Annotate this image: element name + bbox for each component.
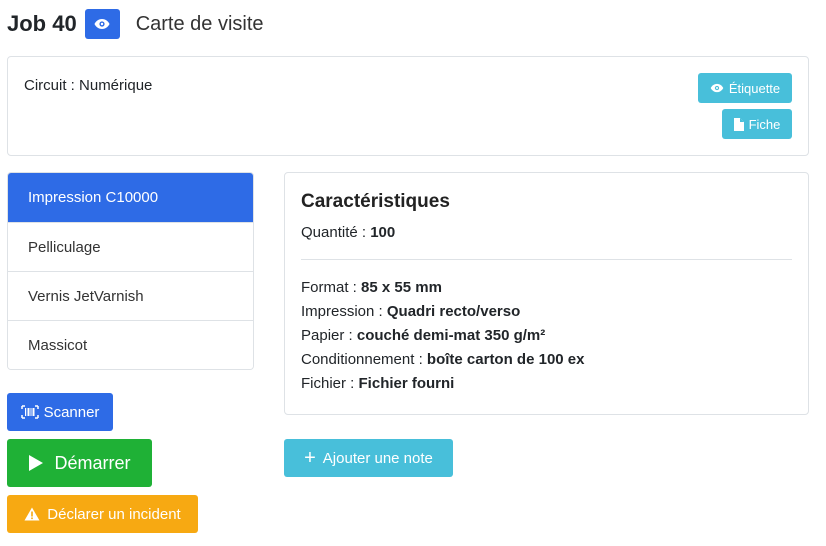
etiquette-button[interactable]: Étiquette bbox=[698, 73, 792, 103]
circuit-card: Circuit : Numérique Étiquette Fiche bbox=[7, 56, 809, 156]
file-icon bbox=[733, 117, 744, 131]
spec-value: couché demi-mat 350 g/m² bbox=[356, 327, 546, 344]
step-item-pelliculage[interactable]: Pelliculage bbox=[8, 222, 253, 271]
spec-value: Quadri recto/verso bbox=[386, 303, 521, 320]
spec-quantite: Quantité : 100 bbox=[301, 221, 792, 245]
etiquette-label: Étiquette bbox=[728, 80, 781, 96]
spec-label: Format : bbox=[301, 279, 357, 296]
step-label: Vernis JetVarnish bbox=[28, 287, 144, 305]
circuit-info: Circuit : Numérique bbox=[24, 77, 152, 94]
job-name: Carte de visite bbox=[135, 12, 264, 35]
spec-label: Fichier : bbox=[301, 375, 355, 392]
eye-icon bbox=[710, 83, 724, 93]
eye-icon bbox=[94, 19, 110, 29]
spec-value: 85 x 55 mm bbox=[361, 279, 442, 296]
page-header: Job 40 Carte de visite bbox=[7, 8, 264, 40]
start-label: Démarrer bbox=[54, 452, 131, 473]
spec-conditionnement: Conditionnement : boîte carton de 100 ex bbox=[301, 348, 792, 372]
add-note-label: Ajouter une note bbox=[322, 449, 433, 467]
spec-label: Conditionnement : bbox=[301, 351, 423, 368]
spec-value: boîte carton de 100 ex bbox=[426, 351, 585, 368]
specs-card: Caractéristiques Quantité : 100 Format :… bbox=[284, 172, 809, 415]
scanner-label: Scanner bbox=[43, 403, 100, 421]
spec-fichier: Fichier : Fichier fourni bbox=[301, 372, 792, 396]
barcode-icon bbox=[20, 405, 39, 419]
spec-papier: Papier : couché demi-mat 350 g/m² bbox=[301, 324, 792, 348]
fiche-button[interactable]: Fiche bbox=[722, 109, 792, 139]
warning-icon bbox=[24, 507, 40, 521]
spec-value: Fichier fourni bbox=[358, 375, 455, 392]
step-item-massicot[interactable]: Massicot bbox=[8, 320, 253, 369]
spec-impression: Impression : Quadri recto/verso bbox=[301, 300, 792, 324]
spec-label: Quantité : bbox=[301, 224, 367, 241]
spec-format: Format : 85 x 55 mm bbox=[301, 276, 792, 300]
view-job-button[interactable] bbox=[84, 9, 120, 39]
scanner-button[interactable]: Scanner bbox=[7, 393, 113, 431]
start-button[interactable]: Démarrer bbox=[7, 439, 152, 487]
spec-value: 100 bbox=[370, 224, 396, 241]
job-title: Job 40 bbox=[7, 11, 77, 36]
circuit-value: Numérique bbox=[79, 77, 153, 94]
step-label: Pelliculage bbox=[28, 238, 101, 256]
fiche-label: Fiche bbox=[748, 116, 781, 132]
specs-title: Caractéristiques bbox=[301, 191, 450, 212]
spec-label: Papier : bbox=[301, 327, 353, 344]
divider bbox=[301, 259, 792, 260]
step-list: Impression C10000 Pelliculage Vernis Jet… bbox=[7, 172, 254, 370]
play-icon bbox=[29, 455, 44, 471]
plus-icon: + bbox=[304, 447, 316, 469]
incident-label: Déclarer un incident bbox=[47, 505, 181, 523]
step-item-impression[interactable]: Impression C10000 bbox=[8, 173, 253, 222]
step-label: Massicot bbox=[28, 336, 88, 354]
add-note-button[interactable]: + Ajouter une note bbox=[284, 439, 453, 477]
circuit-label: Circuit : bbox=[24, 77, 75, 94]
step-label: Impression C10000 bbox=[28, 189, 159, 206]
report-incident-button[interactable]: Déclarer un incident bbox=[7, 495, 198, 533]
step-item-vernis[interactable]: Vernis JetVarnish bbox=[8, 271, 253, 320]
spec-label: Impression : bbox=[301, 303, 383, 320]
